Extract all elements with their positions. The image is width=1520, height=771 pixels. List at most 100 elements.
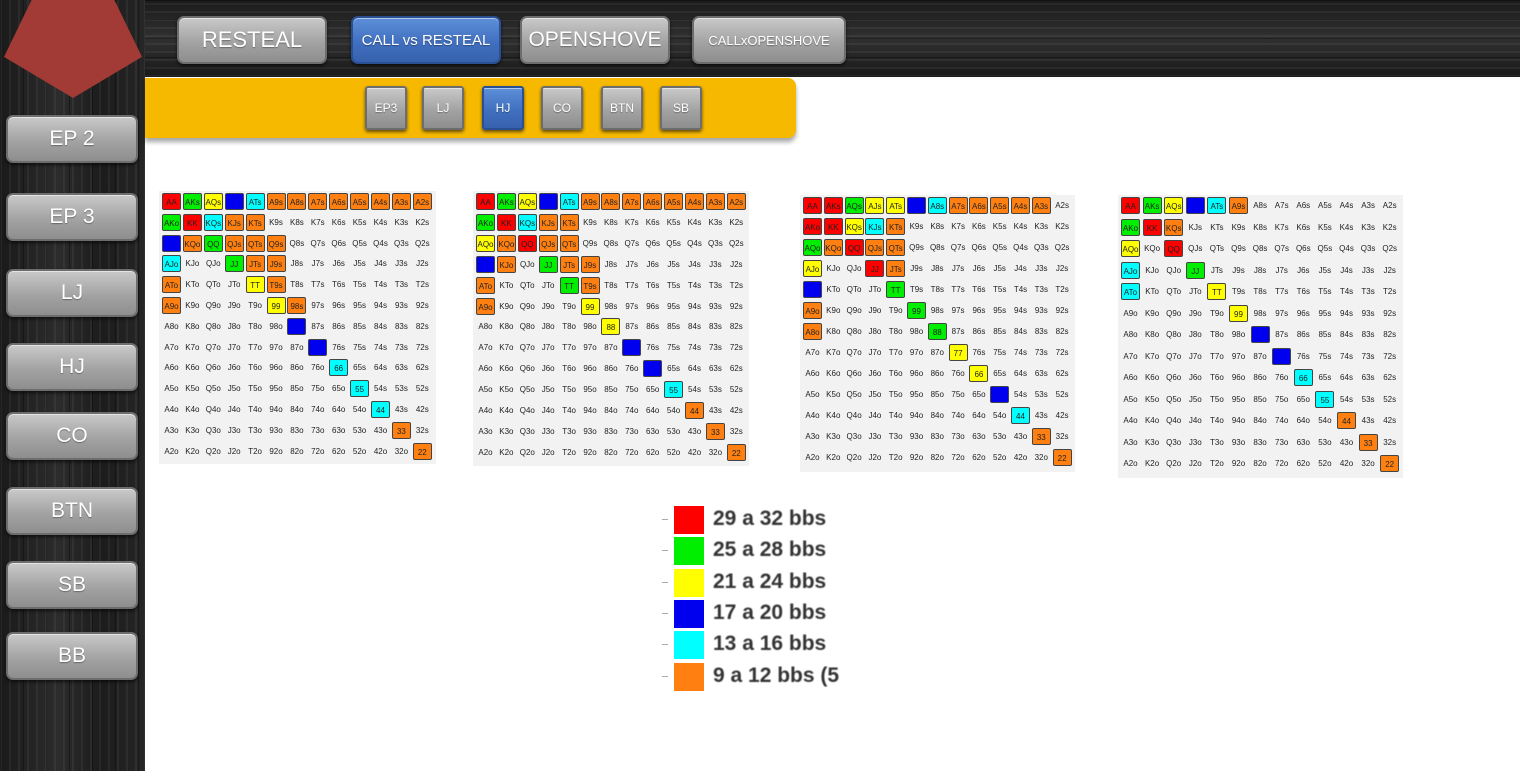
hand-cell-t3s: T3s bbox=[708, 280, 723, 290]
tab-call-vs-resteal[interactable]: CALL vs RESTEAL bbox=[351, 16, 501, 64]
hand-cell-q7s: Q7s bbox=[624, 238, 640, 248]
hand-cell-j4s: J4s bbox=[688, 259, 701, 269]
sidebar-item-bb[interactable]: BB bbox=[6, 632, 138, 680]
hand-cell-t9o: T9o bbox=[562, 301, 576, 311]
hand-cell-t2s: T2s bbox=[1383, 287, 1397, 296]
hand-cell-97o: 97o bbox=[269, 342, 283, 352]
hand-cell-32o: 32o bbox=[1361, 459, 1375, 468]
hand-cell-j2s: J2s bbox=[1055, 264, 1069, 273]
hand-cell-t8s: T8s bbox=[290, 280, 304, 290]
hand-cell-62o: 62o bbox=[972, 453, 986, 462]
hand-cell-22: 22 bbox=[1052, 449, 1072, 466]
hand-cell-97o: 97o bbox=[583, 343, 597, 353]
tab-callxopenshove[interactable]: CALLxOPENSHOVE bbox=[692, 16, 846, 64]
hand-cell-q6o: Q6o bbox=[205, 363, 221, 373]
hand-cell-75s: 75s bbox=[353, 342, 367, 352]
hand-cell-q2o: Q2o bbox=[205, 446, 221, 456]
hand-cell-k2o: K2o bbox=[185, 446, 200, 456]
legend-label: 17 a 20 bbs bbox=[713, 600, 827, 624]
hand-cell-95o: 95o bbox=[1231, 394, 1246, 404]
hand-cell-ako: AKo bbox=[476, 213, 495, 231]
hand-cell-ato: ATo bbox=[476, 276, 495, 294]
hand-cell-a3s: A3s bbox=[391, 193, 411, 210]
hand-cell-k8s: K8s bbox=[289, 217, 304, 227]
hand-cell-kjs: KJs bbox=[865, 218, 885, 235]
hand-cell-t5s: T5s bbox=[993, 285, 1007, 294]
hand-cell-j7o: J7o bbox=[227, 342, 241, 352]
sidebar-item-btn[interactable]: BTN bbox=[6, 487, 138, 535]
hand-cell-97s: 97s bbox=[1275, 308, 1289, 318]
position-lj-button[interactable]: LJ bbox=[422, 86, 464, 130]
hand-cell-q8o: Q8o bbox=[846, 327, 862, 336]
hand-cell-qq: QQ bbox=[517, 234, 537, 252]
hand-cell-qts: QTs bbox=[886, 239, 906, 256]
hand-cell-76s: 76s bbox=[646, 343, 660, 353]
hand-cell-t9o: T9o bbox=[248, 301, 262, 310]
hand-cell-84o: 84o bbox=[930, 411, 944, 420]
hand-cell-93o: 93o bbox=[1231, 437, 1246, 447]
hand-cell-ajs: AJs bbox=[224, 193, 244, 210]
sidebar-item-co[interactable]: CO bbox=[6, 412, 138, 460]
hand-cell-q5o: Q5o bbox=[846, 390, 862, 399]
hand-cell-t3o: T3o bbox=[888, 432, 903, 441]
position-ep3-button[interactable]: EP3 bbox=[365, 86, 407, 130]
sidebar-item-sb[interactable]: SB bbox=[6, 561, 138, 609]
hand-cell-t4o: T4o bbox=[888, 411, 903, 420]
hand-cell-22: 22 bbox=[726, 443, 746, 461]
hand-cell-k7o: K7o bbox=[1144, 351, 1160, 361]
sidebar-item-hj[interactable]: HJ bbox=[6, 343, 138, 391]
hand-cell-t8s: T8s bbox=[604, 280, 618, 290]
legend-item: 25 a 28 bbs bbox=[660, 536, 845, 566]
hand-cell-j8s: J8s bbox=[290, 259, 304, 269]
position-btn-button[interactable]: BTN bbox=[601, 86, 643, 130]
sidebar-item-ep3[interactable]: EP 3 bbox=[6, 193, 138, 241]
hand-cell-t2s: T2s bbox=[729, 280, 743, 290]
hand-cell-32s: 32s bbox=[729, 426, 743, 436]
position-hj-button[interactable]: HJ bbox=[482, 86, 524, 130]
sidebar-item-ep2[interactable]: EP 2 bbox=[6, 115, 138, 163]
hand-cell-73o: 73o bbox=[1275, 437, 1289, 447]
hand-cell-k5o: K5o bbox=[185, 384, 200, 394]
hand-cell-k4o: K4o bbox=[185, 405, 200, 414]
hand-cell-87s: 87s bbox=[951, 327, 965, 336]
hand-cell-32s: 32s bbox=[1383, 437, 1397, 447]
hand-cell-83o: 83o bbox=[1253, 437, 1267, 447]
hand-cell-a5o: A5o bbox=[478, 385, 493, 395]
tab-resteal[interactable]: RESTEAL bbox=[177, 16, 327, 64]
hand-cell-k3s: K3s bbox=[1034, 222, 1049, 231]
hand-cell-a7o: A7o bbox=[164, 342, 179, 352]
hand-cell-96o: 96o bbox=[583, 364, 597, 374]
hand-cell-k2s: K2s bbox=[1055, 222, 1069, 231]
hand-cell-43o: 43o bbox=[1013, 432, 1028, 441]
hand-cell-95o: 95o bbox=[583, 385, 597, 395]
hand-cell-55: 55 bbox=[350, 380, 370, 398]
hand-cell-54o: 54o bbox=[1318, 416, 1332, 425]
hand-cell-87o: 87o bbox=[930, 348, 944, 357]
hand-cell-53s: 53s bbox=[708, 385, 722, 395]
hand-cell-84s: 84s bbox=[688, 322, 701, 332]
hand-cell-a2o: A2o bbox=[478, 447, 493, 457]
hand-cell-a6o: A6o bbox=[1123, 373, 1138, 382]
hand-cell-a3o: A3o bbox=[805, 432, 820, 441]
tab-openshove[interactable]: OPENSHOVE bbox=[520, 16, 670, 64]
hand-cell-63s: 63s bbox=[1361, 373, 1375, 382]
hand-cell-kjo: KJo bbox=[826, 264, 841, 273]
sidebar-item-lj[interactable]: LJ bbox=[6, 269, 138, 317]
hand-cell-75s: 75s bbox=[993, 348, 1007, 357]
hand-cell-t6o: T6o bbox=[562, 364, 576, 374]
hand-cell-j7o: J7o bbox=[541, 343, 555, 353]
legend-item: 17 a 20 bbs bbox=[660, 599, 845, 629]
hand-cell-42s: 42s bbox=[1055, 411, 1069, 420]
hand-cell-qts: QTs bbox=[245, 234, 265, 252]
hand-cell-q4s: Q4s bbox=[373, 238, 388, 248]
legend-dash bbox=[662, 612, 668, 614]
hand-cell-33: 33 bbox=[705, 422, 725, 440]
hand-cell-q4o: Q4o bbox=[846, 411, 862, 420]
hand-cell-87s: 87s bbox=[311, 321, 325, 331]
hand-cell-72o: 72o bbox=[951, 453, 965, 462]
position-co-button[interactable]: CO bbox=[541, 86, 583, 130]
position-sb-button[interactable]: SB bbox=[660, 86, 702, 130]
hand-cell-a2s: A2s bbox=[726, 193, 746, 210]
hand-cell-t7o: T7o bbox=[562, 343, 576, 353]
hand-cell-kjs: KJs bbox=[538, 213, 558, 231]
